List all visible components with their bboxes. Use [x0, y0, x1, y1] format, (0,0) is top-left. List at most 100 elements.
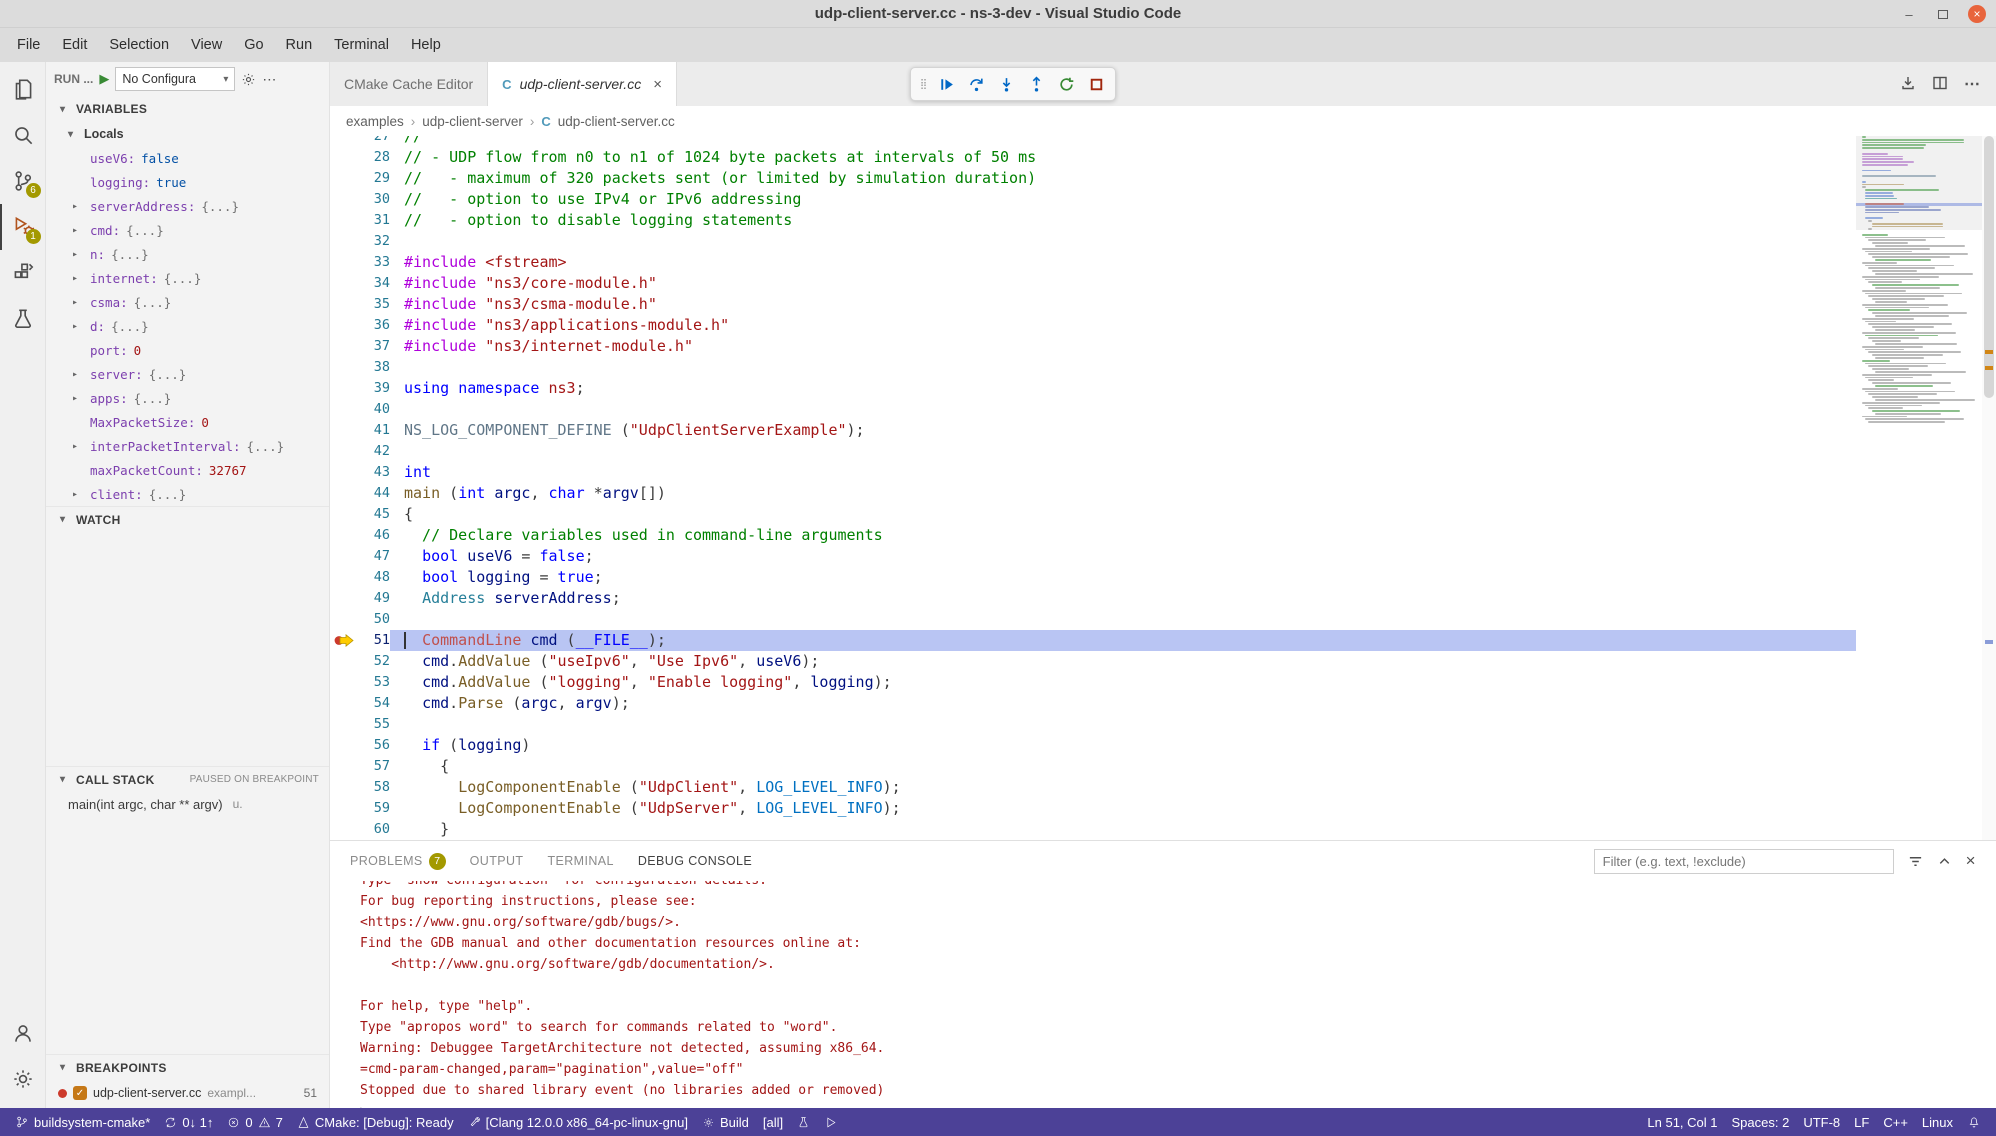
run-debug-icon[interactable]: 1	[0, 204, 46, 250]
variable-row[interactable]: ▸n:{...}	[46, 242, 329, 266]
code-line[interactable]: 59 LogComponentEnable ("UdpServer", LOG_…	[330, 798, 1856, 819]
os-indicator[interactable]: Linux	[1915, 1115, 1960, 1130]
git-branch-status[interactable]: buildsystem-cmake*	[8, 1108, 157, 1136]
tab-close-icon[interactable]: ×	[653, 76, 662, 93]
variable-row[interactable]: ▸internet:{...}	[46, 266, 329, 290]
code-line[interactable]: 33#include <fstream>	[330, 252, 1856, 273]
download-icon[interactable]	[1900, 75, 1916, 94]
variable-row[interactable]: MaxPacketSize:0	[46, 410, 329, 434]
menu-terminal[interactable]: Terminal	[323, 28, 400, 62]
menu-go[interactable]: Go	[233, 28, 274, 62]
menu-file[interactable]: File	[6, 28, 51, 62]
code-line[interactable]: 45{	[330, 504, 1856, 525]
code-line[interactable]: 46 // Declare variables used in command-…	[330, 525, 1856, 546]
debug-settings-gear-icon[interactable]	[241, 72, 256, 87]
variable-row[interactable]: useV6:false	[46, 146, 329, 170]
watch-section-header[interactable]: ▾ WATCH	[46, 506, 329, 532]
chevron-right-icon[interactable]: ▸	[72, 441, 86, 452]
code-line[interactable]: 51 CommandLine cmd (__FILE__);	[330, 630, 1856, 651]
variable-row[interactable]: ▸apps:{...}	[46, 386, 329, 410]
extensions-icon[interactable]	[0, 250, 46, 296]
code-line[interactable]: 48 bool logging = true;	[330, 567, 1856, 588]
cmake-build-button[interactable]: Build	[695, 1108, 756, 1136]
code-line[interactable]: 34#include "ns3/core-module.h"	[330, 273, 1856, 294]
close-panel-icon[interactable]: ×	[1966, 851, 1976, 871]
testing-icon[interactable]	[0, 296, 46, 342]
problems-status[interactable]: 0 7	[220, 1108, 289, 1136]
code-line[interactable]: 43int	[330, 462, 1856, 483]
overview-ruler[interactable]	[1982, 136, 1996, 840]
code-line[interactable]: 58 LogComponentEnable ("UdpClient", LOG_…	[330, 777, 1856, 798]
chevron-right-icon[interactable]: ▸	[72, 393, 86, 404]
chevron-right-icon[interactable]: ▸	[72, 225, 86, 236]
language-mode[interactable]: C++	[1876, 1115, 1915, 1130]
chevron-right-icon[interactable]: ▸	[72, 273, 86, 284]
code-line[interactable]: 30// - option to use IPv4 or IPv6 addres…	[330, 189, 1856, 210]
code-line[interactable]: 27//	[330, 136, 1856, 147]
code-line[interactable]: 32	[330, 231, 1856, 252]
code-line[interactable]: 57 {	[330, 756, 1856, 777]
menu-help[interactable]: Help	[400, 28, 452, 62]
restart-button[interactable]	[1052, 70, 1080, 98]
cmake-status[interactable]: CMake: [Debug]: Ready	[290, 1108, 461, 1136]
code-line[interactable]: 37#include "ns3/internet-module.h"	[330, 336, 1856, 357]
eol-selector[interactable]: LF	[1847, 1115, 1876, 1130]
console-prompt[interactable]: >	[360, 1101, 1996, 1108]
code-line[interactable]: 53 cmd.AddValue ("logging", "Enable logg…	[330, 672, 1856, 693]
call-stack-section-header[interactable]: ▾ CALL STACK PAUSED ON BREAKPOINT	[46, 766, 329, 792]
encoding[interactable]: UTF-8	[1796, 1115, 1847, 1130]
ctest-button[interactable]	[790, 1108, 817, 1136]
variable-row[interactable]: maxPacketCount:32767	[46, 458, 329, 482]
code-line[interactable]: 29// - maximum of 320 packets sent (or l…	[330, 168, 1856, 189]
variable-row[interactable]: ▸csma:{...}	[46, 290, 329, 314]
code-line[interactable]: 41NS_LOG_COMPONENT_DEFINE ("UdpClientSer…	[330, 420, 1856, 441]
code-line[interactable]: 52 cmd.AddValue ("useIpv6", "Use Ipv6", …	[330, 651, 1856, 672]
code-line[interactable]: 56 if (logging)	[330, 735, 1856, 756]
menu-selection[interactable]: Selection	[98, 28, 180, 62]
drag-handle-icon[interactable]: ⣿	[916, 70, 930, 98]
scrollbar-thumb[interactable]	[1984, 136, 1994, 398]
search-icon[interactable]	[0, 112, 46, 158]
chevron-right-icon[interactable]: ▸	[72, 369, 86, 380]
tab-cmake-cache-editor[interactable]: CMake Cache Editor	[330, 62, 488, 106]
console-filter-input[interactable]	[1594, 849, 1894, 874]
menu-edit[interactable]: Edit	[51, 28, 98, 62]
debug-console[interactable]: Type "show configuration" for configurat…	[330, 881, 1996, 1108]
split-editor-icon[interactable]	[1932, 75, 1948, 94]
start-debug-button[interactable]: ▶	[99, 71, 109, 87]
code-line[interactable]: 49 Address serverAddress;	[330, 588, 1856, 609]
variables-section-header[interactable]: ▾ VARIABLES	[46, 96, 329, 122]
code-line[interactable]: 55	[330, 714, 1856, 735]
menu-run[interactable]: Run	[275, 28, 324, 62]
tab-debug-console[interactable]: DEBUG CONSOLE	[638, 841, 752, 881]
variable-row[interactable]: ▸interPacketInterval:{...}	[46, 434, 329, 458]
chevron-right-icon[interactable]: ▸	[72, 297, 86, 308]
locals-scope[interactable]: ▾ Locals	[46, 122, 329, 146]
variable-row[interactable]: ▸server:{...}	[46, 362, 329, 386]
launch-button[interactable]	[817, 1108, 844, 1136]
code-line[interactable]: 35#include "ns3/csma-module.h"	[330, 294, 1856, 315]
debug-config-dropdown[interactable]: No Configura ▾	[115, 67, 235, 91]
close-button[interactable]: ×	[1968, 5, 1986, 23]
more-actions-icon[interactable]: ⋯	[262, 71, 276, 88]
settings-gear-icon[interactable]	[0, 1056, 46, 1102]
variable-row[interactable]: ▸d:{...}	[46, 314, 329, 338]
chevron-right-icon[interactable]: ▸	[72, 201, 86, 212]
chevron-up-icon[interactable]	[1937, 854, 1952, 869]
variable-row[interactable]: ▸cmd:{...}	[46, 218, 329, 242]
continue-button[interactable]	[932, 70, 960, 98]
variable-row[interactable]: ▸serverAddress:{...}	[46, 194, 329, 218]
explorer-icon[interactable]	[0, 66, 46, 112]
code-line[interactable]: 28// - UDP flow from n0 to n1 of 1024 by…	[330, 147, 1856, 168]
tab-problems[interactable]: PROBLEMS 7	[350, 841, 446, 881]
sync-status[interactable]: 0↓ 1↑	[157, 1108, 220, 1136]
code-line[interactable]: 42	[330, 441, 1856, 462]
tab-terminal[interactable]: TERMINAL	[547, 841, 613, 881]
variable-row[interactable]: ▸client:{...}	[46, 482, 329, 506]
account-icon[interactable]	[0, 1010, 46, 1056]
minimize-button[interactable]: –	[1900, 5, 1918, 23]
tab-output[interactable]: OUTPUT	[470, 841, 524, 881]
code-line[interactable]: 39using namespace ns3;	[330, 378, 1856, 399]
cmake-kit-status[interactable]: [Clang 12.0.0 x86_64-pc-linux-gnu]	[461, 1108, 695, 1136]
code-line[interactable]: 50	[330, 609, 1856, 630]
